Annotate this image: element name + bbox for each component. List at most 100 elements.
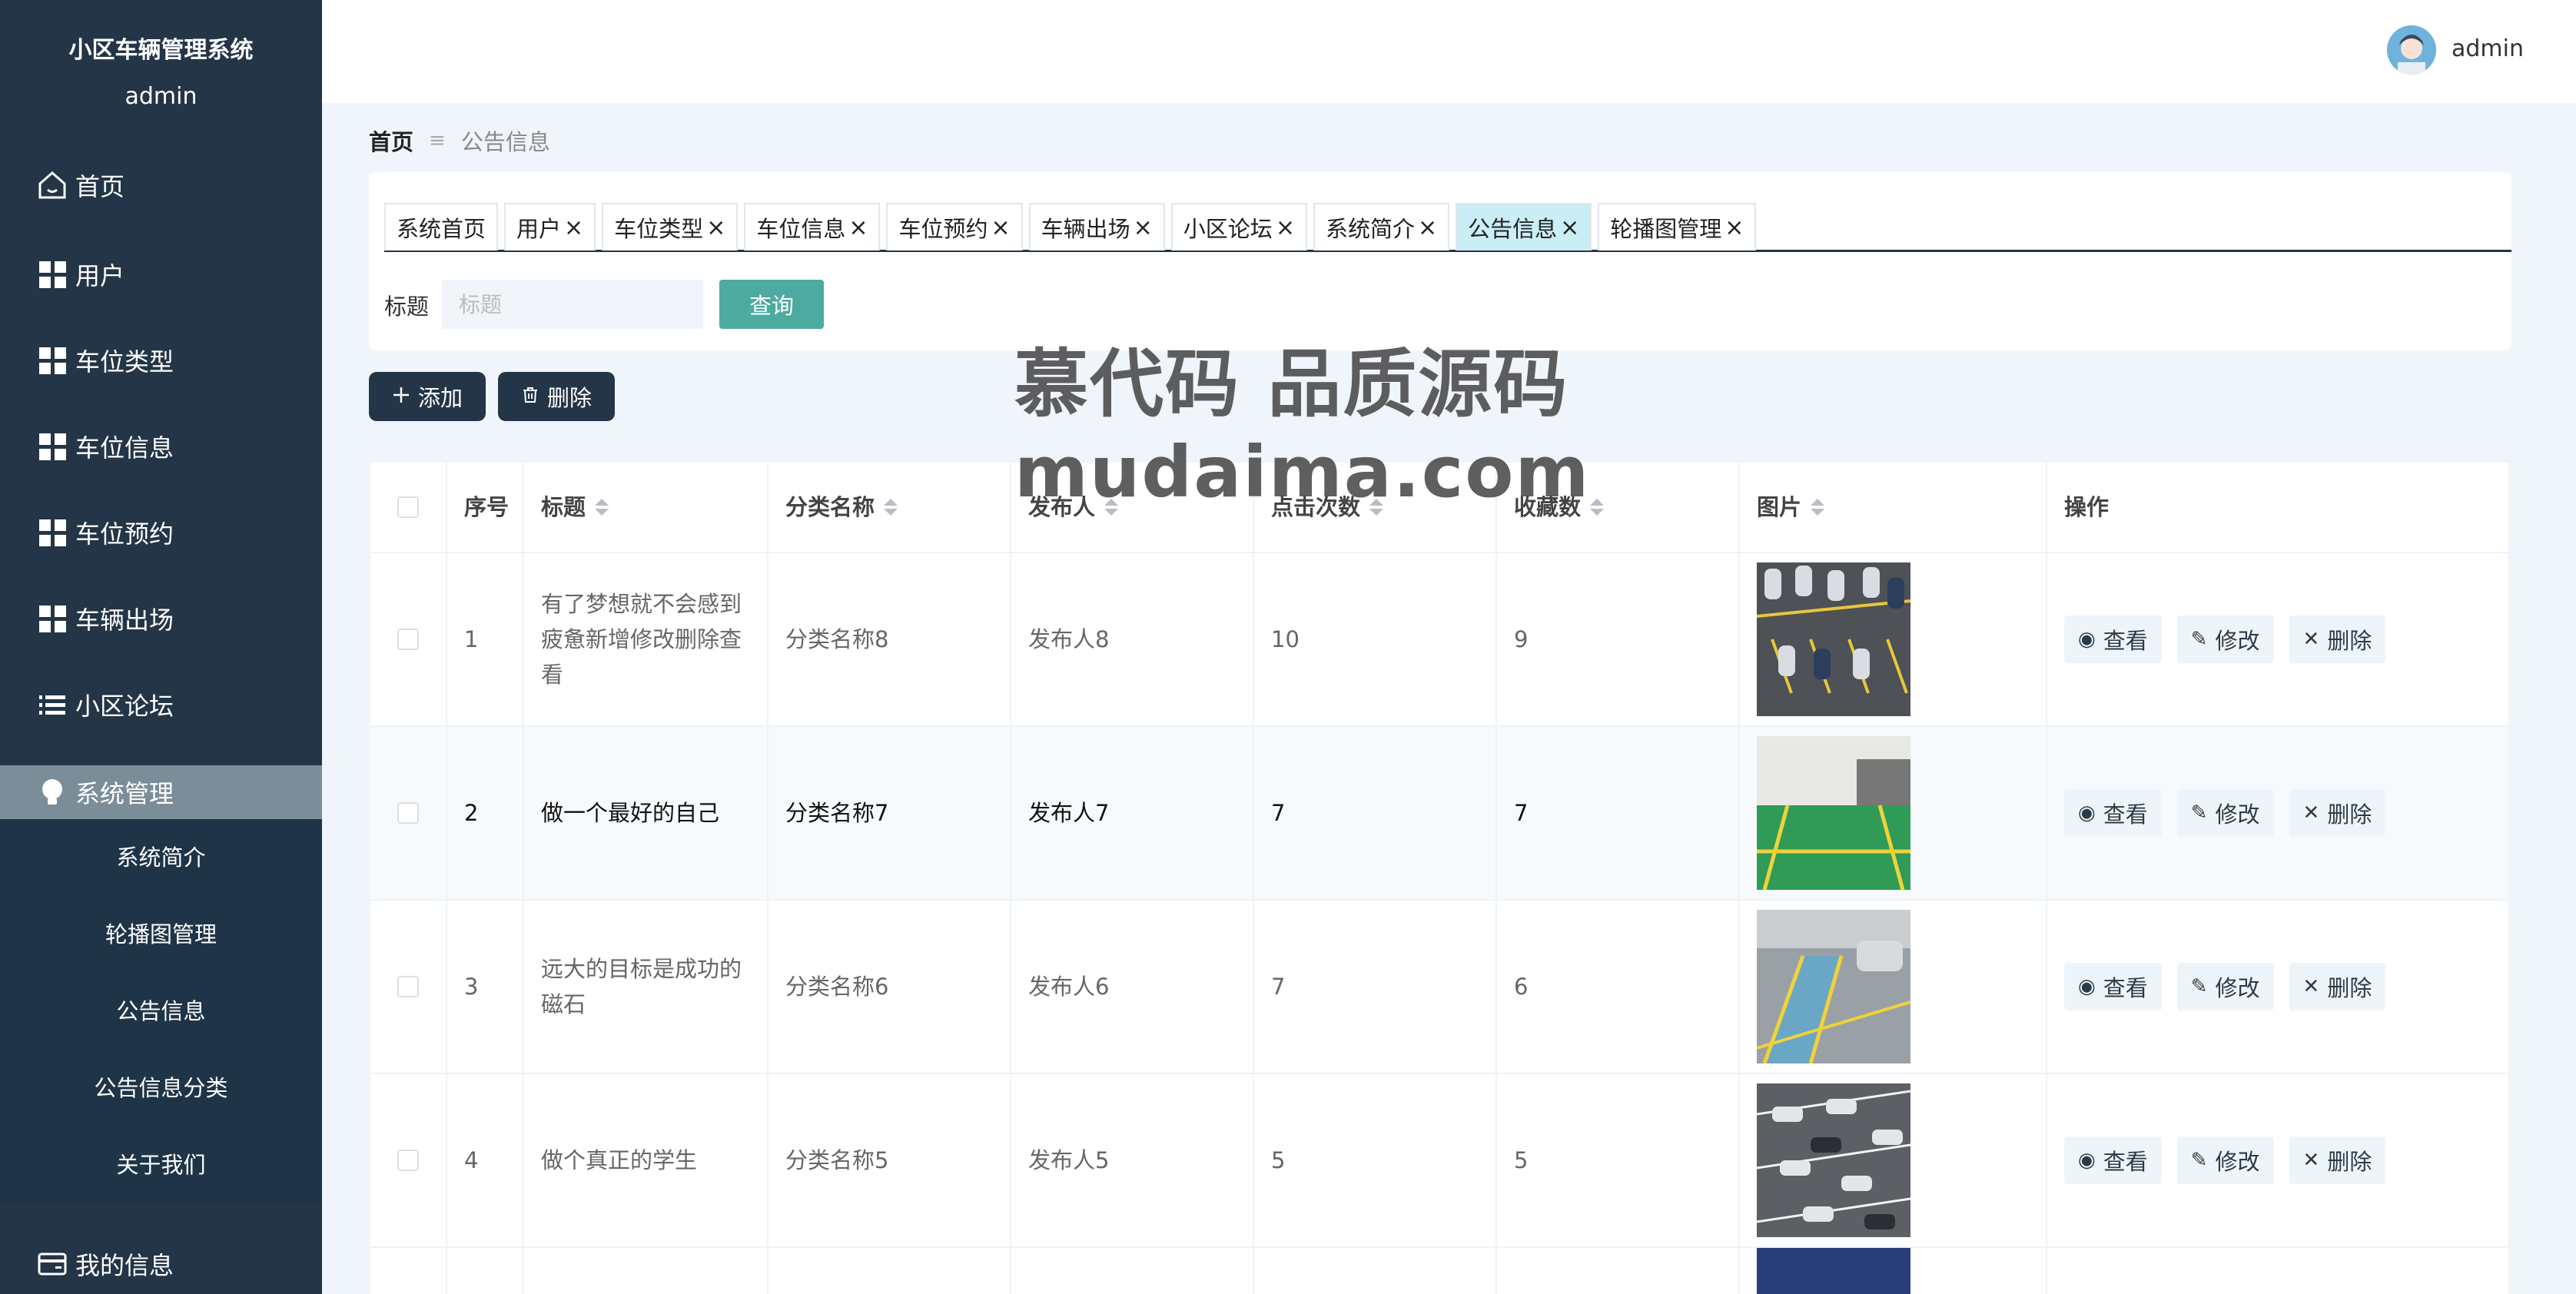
cell-category: 分类名称6 bbox=[768, 901, 1011, 1073]
parking-lot-image[interactable] bbox=[1757, 562, 1910, 716]
sidebar-item-home[interactable]: 首页 bbox=[0, 158, 322, 212]
table-row: 3 远大的目标是成功的磁石 分类名称6 发布人6 7 6 ◉ 查看 ✎ 修改 ✕ 删除 bbox=[370, 901, 2508, 1074]
close-icon[interactable]: × bbox=[991, 214, 1011, 241]
submenu-item-notice-category[interactable]: 公告信息分类 bbox=[0, 1065, 322, 1111]
column-header[interactable]: 分类名称 bbox=[768, 463, 1011, 552]
delete-row-button[interactable]: ✕ 删除 bbox=[2289, 615, 2386, 663]
parking-lot-image[interactable] bbox=[1757, 1248, 1910, 1294]
edit-button[interactable]: ✎ 修改 bbox=[2176, 789, 2274, 837]
delete-row-button[interactable]: ✕ 删除 bbox=[2289, 789, 2386, 837]
header-username[interactable]: admin bbox=[2452, 35, 2524, 62]
close-icon[interactable]: × bbox=[1134, 214, 1153, 241]
column-header[interactable]: 标题 bbox=[524, 463, 768, 552]
edit-button[interactable]: ✎ 修改 bbox=[2176, 1136, 2274, 1184]
close-icon[interactable]: × bbox=[706, 214, 725, 241]
edit-icon: ✎ bbox=[2190, 801, 2208, 825]
column-header[interactable]: 收藏数 bbox=[1497, 463, 1740, 552]
submenu-item-carousel[interactable]: 轮播图管理 bbox=[0, 911, 322, 957]
edit-button-label: 修改 bbox=[2215, 801, 2260, 828]
card-icon bbox=[37, 1249, 68, 1279]
row-checkbox[interactable] bbox=[397, 976, 419, 997]
table-row bbox=[370, 1248, 2508, 1294]
cell-image bbox=[1740, 1248, 2047, 1294]
sidebar-item-parking-type[interactable]: 车位类型 bbox=[0, 333, 322, 387]
tab-notice[interactable]: 公告信息 × bbox=[1456, 203, 1592, 251]
column-header[interactable]: 发布人 bbox=[1011, 463, 1254, 552]
cell-category bbox=[768, 1248, 1011, 1294]
row-checkbox[interactable] bbox=[397, 629, 419, 650]
tab-carousel[interactable]: 轮播图管理 × bbox=[1598, 203, 1757, 251]
sidebar-item-forum[interactable]: 小区论坛 bbox=[0, 678, 322, 732]
delete-button-label: 删除 bbox=[2327, 975, 2372, 1001]
sidebar-item-parking-info[interactable]: 车位信息 bbox=[0, 420, 322, 473]
cell-clicks bbox=[1254, 1248, 1497, 1294]
row-checkbox[interactable] bbox=[397, 1150, 419, 1171]
sort-icon[interactable] bbox=[1590, 499, 1605, 516]
view-button[interactable]: ◉ 查看 bbox=[2064, 615, 2162, 663]
tab-forum[interactable]: 小区论坛 × bbox=[1170, 203, 1307, 251]
search-input[interactable] bbox=[442, 280, 703, 329]
sort-icon[interactable] bbox=[884, 499, 898, 516]
tab-parking-info[interactable]: 车位信息 × bbox=[744, 203, 881, 251]
sidebar-item-vehicle-exit[interactable]: 车辆出场 bbox=[0, 592, 322, 645]
close-icon[interactable]: × bbox=[1276, 214, 1295, 241]
tab-parking-booking[interactable]: 车位预约 × bbox=[886, 203, 1023, 251]
delete-button[interactable]: 删除 bbox=[498, 372, 615, 421]
select-all-checkbox[interactable] bbox=[397, 496, 419, 518]
edit-button[interactable]: ✎ 修改 bbox=[2176, 615, 2274, 663]
sidebar-item-parking-booking[interactable]: 车位预约 bbox=[0, 506, 322, 559]
close-icon[interactable]: × bbox=[1418, 214, 1437, 241]
column-header[interactable]: 点击次数 bbox=[1254, 463, 1497, 552]
grid-icon bbox=[37, 345, 68, 376]
tab-users[interactable]: 用户 × bbox=[504, 203, 596, 251]
tab-home[interactable]: 系统首页 bbox=[384, 203, 499, 251]
close-icon[interactable]: × bbox=[1560, 214, 1579, 241]
breadcrumb-separator: ≡ bbox=[429, 129, 446, 152]
view-button[interactable]: ◉ 查看 bbox=[2064, 1136, 2162, 1184]
submenu-item-notice[interactable]: 公告信息 bbox=[0, 988, 322, 1034]
sort-icon[interactable] bbox=[595, 499, 609, 516]
breadcrumb-home[interactable]: 首页 bbox=[369, 124, 413, 157]
cell-favorites: 6 bbox=[1497, 901, 1740, 1073]
tab-label: 车位类型 bbox=[614, 216, 704, 242]
sort-icon[interactable] bbox=[1811, 499, 1825, 516]
delete-row-button[interactable]: ✕ 删除 bbox=[2289, 1136, 2386, 1184]
view-button[interactable]: ◉ 查看 bbox=[2064, 789, 2162, 837]
close-icon[interactable]: × bbox=[848, 214, 868, 241]
sort-icon[interactable] bbox=[1369, 499, 1384, 516]
sidebar-item-system[interactable]: 系统管理 bbox=[0, 765, 322, 819]
parking-space-image[interactable] bbox=[1757, 736, 1910, 890]
add-button[interactable]: 添加 bbox=[369, 372, 486, 421]
cell-actions: ◉ 查看 ✎ 修改 ✕ 删除 bbox=[2047, 553, 2508, 725]
breadcrumb-current: 公告信息 bbox=[460, 129, 550, 155]
tab-system-intro[interactable]: 系统简介 × bbox=[1313, 203, 1450, 251]
sidebar-item-my-info[interactable]: 我的信息 bbox=[0, 1237, 322, 1291]
tab-vehicle-exit[interactable]: 车辆出场 × bbox=[1028, 203, 1165, 251]
delete-row-button[interactable]: ✕ 删除 bbox=[2289, 963, 2386, 1010]
column-header-label: 分类名称 bbox=[785, 494, 875, 520]
row-checkbox[interactable] bbox=[397, 802, 419, 824]
cell-index bbox=[447, 1248, 524, 1294]
parking-lot-image[interactable] bbox=[1757, 1083, 1910, 1237]
avatar[interactable] bbox=[2387, 25, 2436, 75]
submenu-item-intro[interactable]: 系统简介 bbox=[0, 834, 322, 881]
sidebar: 小区车辆管理系统 admin 首页 用户 车位类型 车位信息 车位预约 车辆出场… bbox=[0, 0, 322, 1294]
close-icon[interactable]: × bbox=[1725, 214, 1744, 241]
cell-image bbox=[1740, 553, 2047, 725]
row-checkbox-cell bbox=[370, 901, 447, 1073]
query-button[interactable]: 查询 bbox=[719, 280, 824, 329]
sort-icon[interactable] bbox=[1104, 499, 1119, 516]
notice-table: 序号 标题 分类名称 发布人 点击次数 收藏数 图片 操作 1 有了梦想就不会感… bbox=[370, 463, 2508, 1294]
column-header[interactable]: 图片 bbox=[1740, 463, 2047, 552]
submenu-item-about[interactable]: 关于我们 bbox=[0, 1142, 322, 1188]
close-icon[interactable]: × bbox=[564, 214, 583, 241]
cell-clicks: 10 bbox=[1254, 553, 1497, 725]
view-button[interactable]: ◉ 查看 bbox=[2064, 963, 2162, 1010]
parking-lot-image[interactable] bbox=[1757, 910, 1910, 1063]
cell-title bbox=[524, 1248, 768, 1294]
sidebar-item-users[interactable]: 用户 bbox=[0, 247, 322, 301]
cell-actions: ◉ 查看 ✎ 修改 ✕ 删除 bbox=[2047, 1074, 2508, 1246]
tab-parking-type[interactable]: 车位类型 × bbox=[602, 203, 739, 251]
cell-category: 分类名称8 bbox=[768, 553, 1011, 725]
edit-button[interactable]: ✎ 修改 bbox=[2176, 963, 2274, 1010]
